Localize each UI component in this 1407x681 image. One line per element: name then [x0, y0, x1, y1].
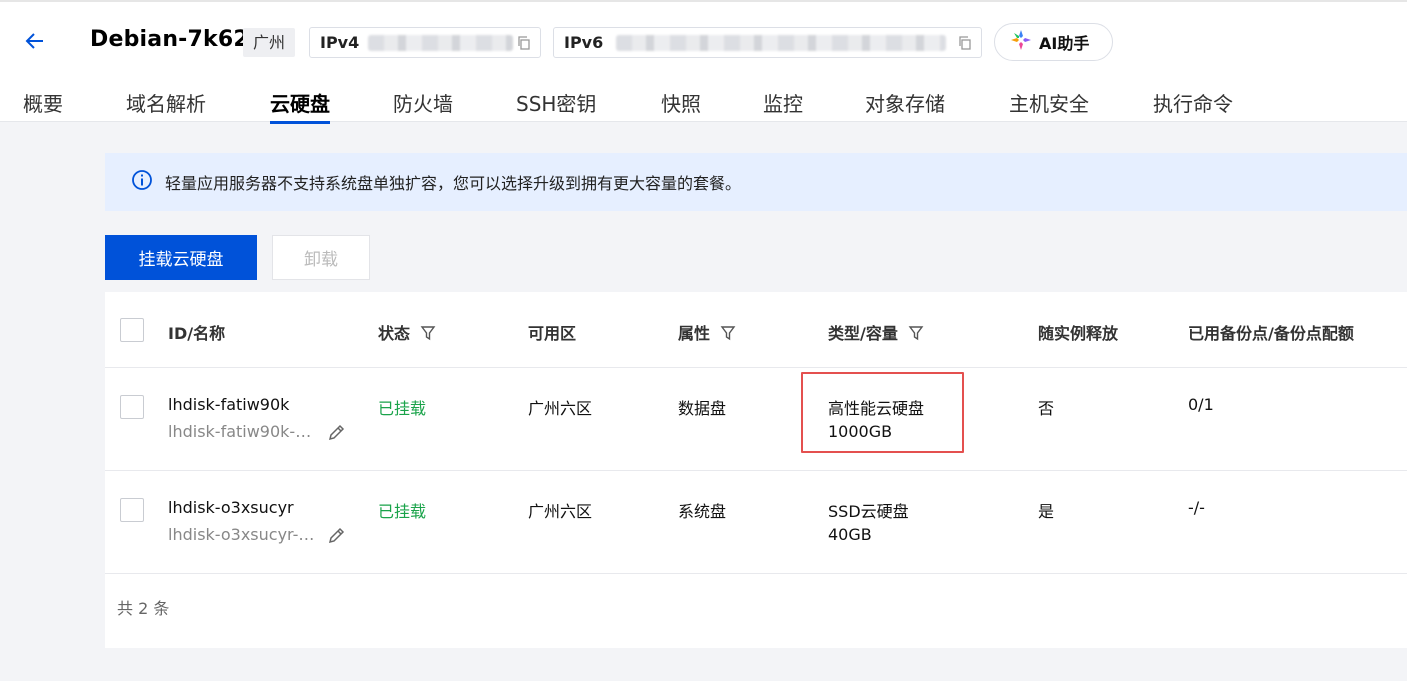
ipv6-label: IPv6 — [564, 33, 604, 52]
col-backup: 已用备份点/备份点配额 — [1188, 324, 1354, 343]
zone: 广州六区 — [528, 502, 593, 521]
filter-icon[interactable] — [908, 325, 924, 345]
disk-capacity: 1000GB — [828, 422, 893, 441]
info-notice: 轻量应用服务器不支持系统盘单独扩容，您可以选择升级到拥有更大容量的套餐。 — [105, 153, 1407, 211]
ipv4-redacted — [368, 35, 513, 51]
copy-icon[interactable] — [516, 35, 532, 51]
disk-attr: 数据盘 — [678, 399, 727, 418]
disk-id[interactable]: lhdisk-o3xsucyr — [168, 498, 294, 517]
notice-text: 轻量应用服务器不支持系统盘单独扩容，您可以选择升级到拥有更大容量的套餐。 — [165, 174, 742, 193]
table-row[interactable]: lhdisk-fatiw90k lhdisk-fatiw90k-… 已挂载 广州… — [105, 368, 1407, 471]
ai-sparkle-icon — [1009, 28, 1033, 56]
ai-assistant-button[interactable]: AI助手 — [994, 23, 1113, 61]
tab-snapshots[interactable]: 快照 — [661, 88, 701, 124]
ipv4-label: IPv4 — [320, 33, 360, 52]
copy-icon[interactable] — [957, 35, 973, 51]
tab-ssh-keys[interactable]: SSH密钥 — [516, 88, 596, 124]
tab-object-storage[interactable]: 对象存储 — [865, 88, 945, 124]
filter-icon[interactable] — [720, 325, 736, 345]
ipv6-box: IPv6 — [553, 27, 982, 58]
tab-firewall[interactable]: 防火墙 — [393, 88, 453, 124]
col-attr-label: 属性 — [678, 324, 711, 343]
backup-usage: 0/1 — [1188, 395, 1214, 414]
edit-pencil-icon[interactable] — [327, 422, 347, 446]
table-row[interactable]: lhdisk-o3xsucyr lhdisk-o3xsucyr-… 已挂载 广州… — [105, 471, 1407, 574]
back-arrow-icon[interactable] — [22, 28, 48, 54]
col-zone: 可用区 — [528, 324, 577, 343]
col-attr: 属性 — [678, 320, 736, 345]
row-checkbox[interactable] — [120, 498, 144, 522]
ai-assistant-label: AI助手 — [1039, 34, 1090, 53]
edit-pencil-icon[interactable] — [327, 525, 347, 549]
table-header: ID/名称 状态 可用区 属性 类型/容量 随实例释放 已用备份点/备份点配额 — [105, 292, 1407, 368]
zone: 广州六区 — [528, 399, 593, 418]
tab-monitoring[interactable]: 监控 — [763, 88, 803, 124]
ipv6-redacted — [616, 35, 946, 51]
backup-usage: -/- — [1188, 498, 1205, 517]
col-id: ID/名称 — [168, 324, 226, 343]
disk-type: 高性能云硬盘 — [828, 399, 925, 418]
col-release: 随实例释放 — [1038, 324, 1119, 343]
status-badge: 已挂载 — [378, 502, 427, 521]
filter-icon[interactable] — [420, 325, 436, 345]
release-with-instance: 否 — [1038, 399, 1055, 418]
disk-name: lhdisk-o3xsucyr-… — [168, 525, 315, 544]
tab-run-command[interactable]: 执行命令 — [1153, 88, 1233, 124]
tab-overview[interactable]: 概要 — [23, 88, 63, 124]
disk-name: lhdisk-fatiw90k-… — [168, 422, 312, 441]
disk-type: SSD云硬盘 — [828, 502, 909, 521]
row-checkbox[interactable] — [120, 395, 144, 419]
disk-id[interactable]: lhdisk-fatiw90k — [168, 395, 289, 414]
tab-bar: 概要 域名解析 云硬盘 防火墙 SSH密钥 快照 监控 对象存储 主机安全 执行… — [0, 76, 1407, 124]
disk-table: ID/名称 状态 可用区 属性 类型/容量 随实例释放 已用备份点/备份点配额 … — [105, 292, 1407, 648]
ipv4-box: IPv4 — [309, 27, 541, 58]
info-icon — [131, 169, 153, 195]
attach-disk-button[interactable]: 挂载云硬盘 — [105, 235, 257, 280]
total-count: 共 2 条 — [117, 599, 170, 618]
col-type: 类型/容量 — [828, 320, 924, 345]
select-all-checkbox[interactable] — [120, 318, 144, 342]
status-badge: 已挂载 — [378, 399, 427, 418]
col-type-label: 类型/容量 — [828, 324, 898, 343]
disk-attr: 系统盘 — [678, 502, 727, 521]
release-with-instance: 是 — [1038, 502, 1055, 521]
disk-capacity: 40GB — [828, 525, 872, 544]
col-status-label: 状态 — [378, 324, 411, 343]
top-header: Debian-7k62 广州 IPv4 IPv6 AI助手 概要 域名解析 云硬… — [0, 0, 1407, 124]
detach-button[interactable]: 卸载 — [272, 235, 370, 280]
tab-dns[interactable]: 域名解析 — [126, 88, 206, 124]
tab-host-security[interactable]: 主机安全 — [1009, 88, 1089, 124]
tab-cloud-disk[interactable]: 云硬盘 — [270, 88, 330, 124]
region-tag: 广州 — [243, 28, 296, 57]
instance-title: Debian-7k62 — [90, 27, 249, 52]
col-status: 状态 — [378, 320, 436, 345]
